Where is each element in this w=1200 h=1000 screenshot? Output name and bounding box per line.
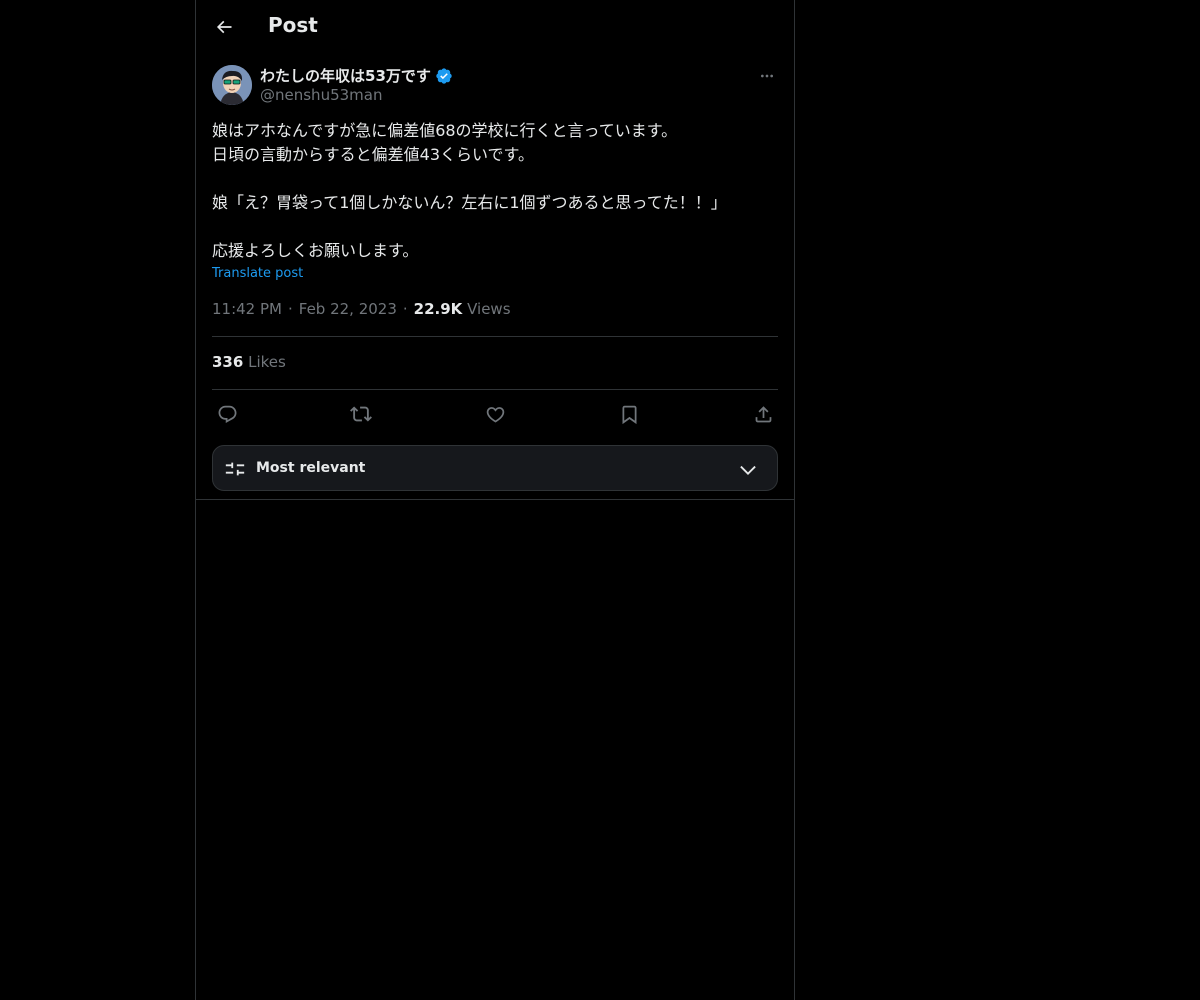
post-time[interactable]: 11:42 PM: [212, 300, 282, 318]
action-bar: [212, 399, 778, 429]
divider: [196, 499, 794, 500]
translate-post-link[interactable]: Translate post: [212, 266, 303, 281]
verified-badge-icon: [436, 67, 452, 84]
reply-sort-dropdown[interactable]: Most relevant: [212, 445, 778, 491]
more-icon: [761, 74, 773, 78]
sliders-icon: [225, 462, 245, 476]
repost-icon: [350, 406, 372, 422]
post-column: Post わたしの年収は53万です @nenshu53man 娘はアホなんですが…: [195, 0, 795, 1000]
sort-label: Most relevant: [256, 460, 366, 476]
post-date[interactable]: Feb 22, 2023: [299, 300, 397, 318]
top-bar: Post: [196, 0, 794, 54]
chevron-down-icon: [740, 465, 756, 475]
post-text-line: 日頃の言動からすると偏差値43くらいです。: [212, 145, 534, 164]
likes-label: Likes: [248, 353, 286, 371]
like-icon: [486, 406, 504, 423]
avatar-image: [212, 65, 252, 105]
bookmark-button[interactable]: [614, 399, 644, 429]
divider: [212, 389, 778, 390]
avatar[interactable]: [212, 65, 252, 105]
meta-separator: ·: [287, 300, 293, 318]
share-button[interactable]: [748, 399, 778, 429]
post-text-line: 応援よろしくお願いします。: [212, 241, 419, 260]
post-meta: 11:42 PM · Feb 22, 2023 · 22.9K Views: [212, 300, 511, 318]
likes-count: 336: [212, 353, 244, 371]
share-icon: [755, 405, 771, 422]
likes-row[interactable]: 336 Likes: [212, 353, 286, 371]
repost-button[interactable]: [346, 399, 376, 429]
arrow-left-icon: [216, 20, 232, 34]
post-text-line: 娘「え？胃袋って1個しかないん？左右に1個ずつあると思ってた！！」: [212, 193, 727, 212]
views-label: Views: [467, 300, 511, 318]
views-count: 22.9K: [413, 300, 463, 318]
name-line: わたしの年収は53万です: [260, 65, 453, 86]
post-text-line: 娘はアホなんですが急に偏差値68の学校に行くと言っています。: [212, 121, 678, 140]
divider: [212, 336, 778, 337]
post-text: 娘はアホなんですが急に偏差値68の学校に行くと言っています。 日頃の言動からする…: [212, 119, 778, 263]
reply-icon: [218, 405, 236, 423]
post-text-line: [212, 215, 778, 239]
author-row: わたしの年収は53万です @nenshu53man: [212, 64, 778, 108]
more-options-button[interactable]: [756, 66, 778, 86]
like-button[interactable]: [480, 399, 510, 429]
meta-separator: ·: [402, 300, 408, 318]
back-button[interactable]: [209, 12, 239, 42]
bookmark-icon: [622, 405, 636, 424]
post-text-line: [212, 167, 778, 191]
display-name[interactable]: わたしの年収は53万です: [260, 65, 431, 86]
user-handle[interactable]: @nenshu53man: [260, 86, 382, 104]
page-title: Post: [268, 13, 318, 37]
reply-button[interactable]: [212, 399, 242, 429]
